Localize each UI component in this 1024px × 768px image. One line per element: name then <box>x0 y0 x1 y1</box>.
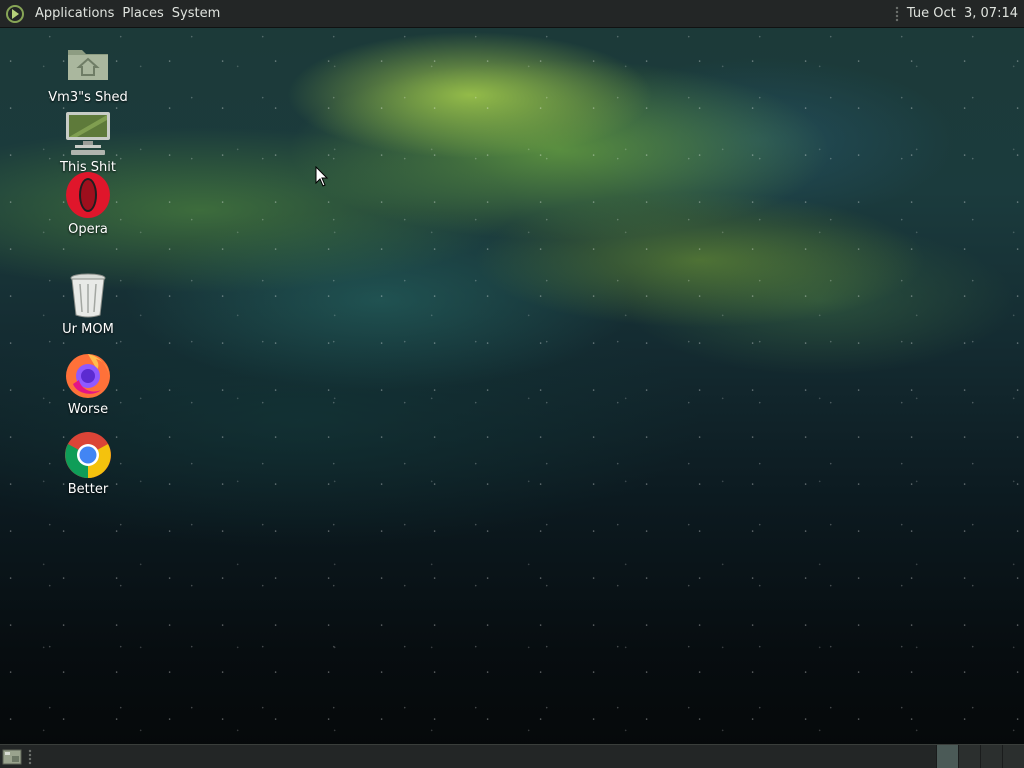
workspace-4[interactable] <box>1002 745 1024 768</box>
firefox-icon <box>66 354 110 398</box>
desktop-icon-label: Ur MOM <box>62 322 114 337</box>
workspace-switcher <box>936 745 1024 768</box>
desktop-icon-computer[interactable]: This Shit <box>44 108 132 176</box>
desktop-icon-home[interactable]: Vm3"s Shed <box>44 38 132 106</box>
panel-grip-handle[interactable] <box>28 749 32 765</box>
desktop-icon-firefox[interactable]: Worse <box>44 350 132 418</box>
top-panel-right: Tue Oct 3, 07:14 <box>894 0 1024 27</box>
top-panel: Applications Places System Tue Oct 3, 07… <box>0 0 1024 28</box>
bottom-panel <box>0 744 1024 768</box>
desktop-icon-opera[interactable]: Opera <box>44 170 132 238</box>
clock[interactable]: Tue Oct 3, 07:14 <box>907 0 1024 27</box>
mouse-pointer-icon <box>315 166 329 187</box>
chrome-icon <box>65 432 111 478</box>
workspace-1[interactable] <box>936 745 958 768</box>
desktop-icon-trash[interactable]: Ur MOM <box>44 270 132 338</box>
desktop-icon-label: Opera <box>68 222 108 237</box>
desktop-icon-label: Vm3"s Shed <box>48 90 128 105</box>
system-menu[interactable]: System <box>168 0 224 27</box>
applications-menu[interactable]: Applications <box>31 0 118 27</box>
workspace-3[interactable] <box>980 745 1002 768</box>
home-folder-icon <box>68 50 108 80</box>
desktop-icon-label: Worse <box>67 402 109 417</box>
computer-icon <box>66 112 110 155</box>
trash-icon <box>70 273 106 318</box>
desktop-icon-chrome[interactable]: Better <box>44 430 132 498</box>
mate-logo-icon[interactable] <box>5 4 25 24</box>
show-desktop-icon[interactable] <box>2 748 22 766</box>
desktop-screen: Applications Places System Tue Oct 3, 07… <box>0 0 1024 768</box>
places-menu[interactable]: Places <box>118 0 167 27</box>
desktop-icon-label: Better <box>67 482 109 497</box>
panel-grip-handle[interactable] <box>894 5 899 22</box>
opera-icon <box>66 172 110 218</box>
workspace-2[interactable] <box>958 745 980 768</box>
